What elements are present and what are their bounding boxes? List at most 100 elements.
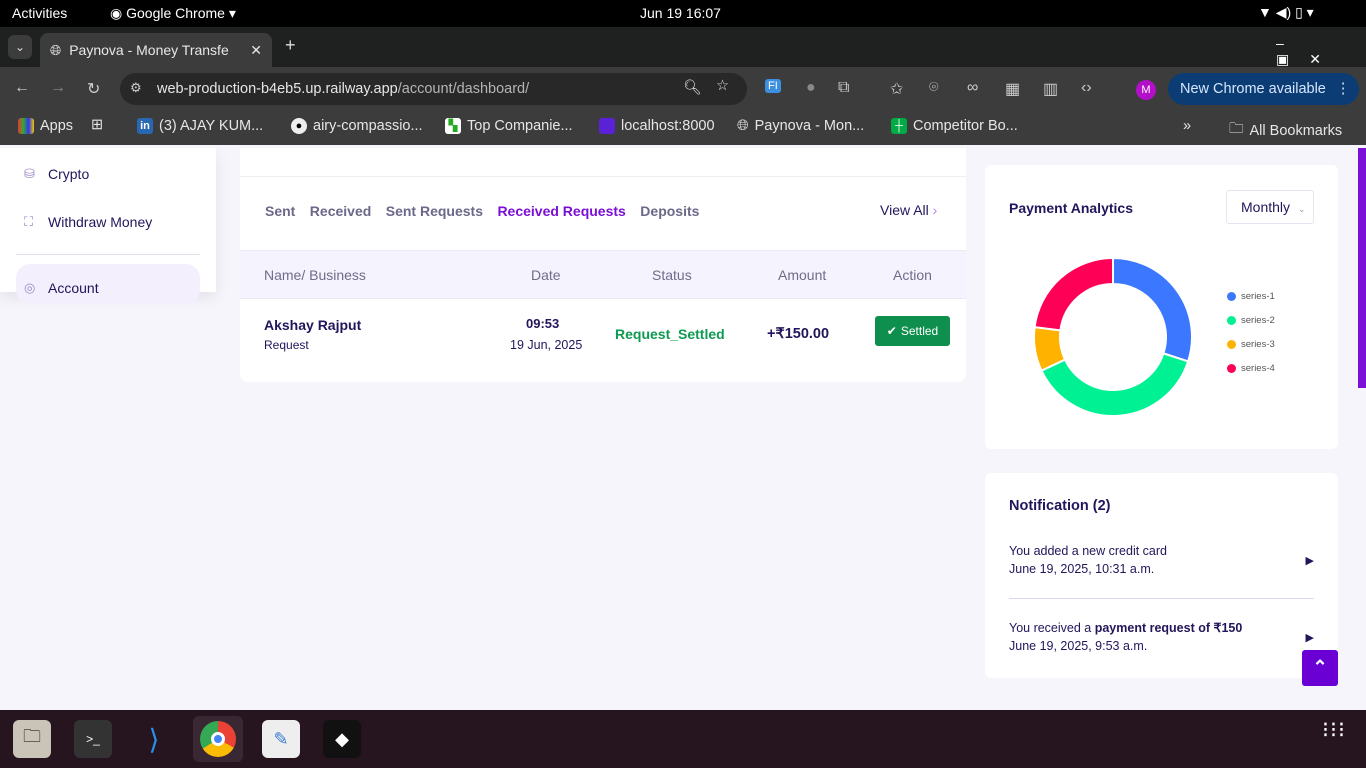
profile-avatar[interactable]: M — [1136, 80, 1156, 100]
extension-icon[interactable]: ● — [806, 79, 816, 97]
scrollbar[interactable] — [1358, 148, 1366, 388]
notification-title: Notification (2) — [1009, 498, 1111, 514]
bookmark-top-companies[interactable]: ▚ Top Companie... — [445, 118, 573, 134]
bookmark-label: Apps — [40, 118, 74, 134]
transaction-tabs: Sent Received Sent Requests Received Req… — [265, 203, 709, 221]
donut-slice-series-1[interactable] — [1112, 256, 1193, 363]
scroll-to-top-button[interactable]: ⌃ — [1302, 650, 1338, 686]
sidebar-item-account[interactable]: ◎ Account — [16, 264, 200, 304]
extension-icon[interactable]: FI — [765, 79, 781, 93]
bookmark-localhost[interactable]: localhost:8000 — [599, 118, 715, 134]
sidebar-panel-icon[interactable]: ▥ — [1043, 79, 1058, 99]
url-path: /account/dashboard/ — [397, 81, 530, 97]
legend-item[interactable]: series-2 — [1227, 315, 1275, 326]
bookmark-paynova[interactable]: 🌐︎ Paynova - Mon... — [737, 118, 864, 134]
system-status-icons[interactable]: ▼ ◀) ▯ ▾ — [1258, 4, 1314, 21]
site-icon — [599, 118, 615, 134]
column-header: Amount — [778, 267, 827, 283]
legend-marker — [1227, 364, 1236, 373]
more-menu-icon[interactable]: ⋮ — [1336, 81, 1351, 97]
qr-code-icon[interactable]: ▦ — [1005, 79, 1020, 99]
notification-item[interactable]: You received a payment request of ₹150 J… — [1009, 619, 1314, 655]
legend-item[interactable]: series-3 — [1227, 339, 1275, 350]
bookmark-label: airy-compassio... — [313, 118, 423, 134]
row-date: 19 Jun, 2025 — [510, 338, 583, 352]
notification-text: You added a new credit card — [1009, 544, 1167, 558]
notification-amount: of ₹150 — [1194, 621, 1243, 635]
new-chrome-available-button[interactable]: New Chrome available ⋮ — [1168, 73, 1359, 105]
back-icon[interactable]: ← — [14, 79, 30, 97]
sidebar-item-withdraw-money[interactable]: ⛶ Withdraw Money — [24, 214, 152, 230]
zoom-icon[interactable]: 🔍︎ — [683, 79, 701, 96]
linkedin-icon: in — [137, 118, 153, 134]
taskbar: 🗀 >_ ⟩ ✎ ◆ ⁝⁝⁝ — [0, 710, 1366, 768]
new-tab-button[interactable]: + — [285, 35, 296, 56]
view-all-link[interactable]: View All › — [880, 202, 937, 218]
files-icon[interactable]: 🗀 — [13, 720, 51, 758]
clock[interactable]: Jun 19 16:07 — [640, 5, 721, 21]
bookmark-star-icon[interactable]: ☆ — [716, 78, 729, 94]
browser-tab[interactable]: 🌐︎ Paynova - Money Transfe ✕ — [40, 33, 272, 67]
payment-analytics-card: Payment Analytics Monthly ⌄ series-1 seri… — [985, 165, 1338, 449]
url-host: web-production-b4eb5.up.railway.app — [157, 81, 398, 97]
legend-label: series-2 — [1241, 315, 1275, 326]
close-tab-icon[interactable]: ✕ — [250, 42, 262, 59]
sidebar: ⛁ Crypto ⛶ Withdraw Money ◎ Account — [0, 148, 216, 304]
bookmark-linkedin[interactable]: in (3) AJAY KUM... — [137, 118, 263, 134]
show-apps-icon[interactable]: ⁝⁝⁝ — [1322, 719, 1346, 741]
legend-label: series-1 — [1241, 291, 1275, 302]
tab-received[interactable]: Received — [310, 203, 371, 219]
notification-item[interactable]: You added a new credit card June 19, 202… — [1009, 542, 1314, 578]
tab-sent[interactable]: Sent — [265, 203, 295, 219]
reload-icon[interactable]: ↻ — [87, 79, 100, 99]
period-select[interactable]: Monthly ⌄ — [1226, 190, 1314, 224]
legend-item[interactable]: series-1 — [1227, 291, 1275, 302]
sidebar-item-crypto[interactable]: ⛁ Crypto — [24, 166, 89, 182]
activities-button[interactable]: Activities — [12, 5, 67, 21]
divider — [16, 254, 200, 255]
site-info-icon[interactable]: ⚙ — [130, 80, 142, 96]
column-header: Status — [652, 267, 692, 283]
tab-received-requests[interactable]: Received Requests — [497, 203, 625, 219]
table-row[interactable]: Akshay Rajput Request 09:53 19 Jun, 2025… — [240, 299, 966, 377]
text-editor-icon[interactable]: ✎ — [262, 720, 300, 758]
donut-slice-series-4[interactable] — [1033, 256, 1114, 332]
app-icon[interactable]: ◆ — [323, 720, 361, 758]
tab-groups-icon[interactable]: ⊞ — [91, 117, 103, 133]
column-header: Date — [531, 267, 561, 283]
chrome-icon[interactable] — [193, 716, 243, 762]
divider — [1009, 598, 1314, 599]
legend-item[interactable]: series-4 — [1227, 363, 1275, 374]
lens-icon[interactable]: ⌾ — [929, 79, 939, 97]
terminal-icon[interactable]: >_ — [74, 720, 112, 758]
all-bookmarks-button[interactable]: 🗀 All Bookmarks — [1229, 118, 1342, 143]
donut-slice-series-2[interactable] — [1040, 352, 1190, 417]
window-controls[interactable]: –▣✕ — [1276, 35, 1366, 68]
code-icon[interactable]: ‹› — [1081, 79, 1092, 97]
tab-sent-requests[interactable]: Sent Requests — [386, 203, 483, 219]
extensions-puzzle-icon[interactable]: ⧉ — [838, 79, 849, 97]
bookmark-competitor[interactable]: ┼ Competitor Bo... — [891, 118, 1018, 134]
row-name: Akshay Rajput — [264, 317, 362, 333]
app-menu[interactable]: ◉ Google Chrome ▾ — [110, 5, 236, 22]
table-header: Name/ Business Date Status Amount Action — [240, 250, 966, 299]
user-icon: ◎ — [24, 280, 36, 295]
link-icon[interactable]: ∞ — [967, 79, 978, 97]
settled-button[interactable]: ✔ Settled — [875, 316, 950, 346]
more-bookmarks-icon[interactable]: » — [1183, 118, 1191, 134]
legend-label: series-4 — [1241, 363, 1275, 374]
tab-search-button[interactable]: ⌄ — [8, 35, 32, 59]
tab-strip: ⌄ 🌐︎ Paynova - Money Transfe ✕ + –▣✕ — [0, 27, 1366, 67]
reading-star-icon[interactable]: ✩ — [890, 79, 903, 99]
address-bar[interactable]: ⚙ web-production-b4eb5.up.railway.app/ac… — [120, 73, 747, 105]
forward-icon[interactable]: → — [50, 79, 66, 97]
notification-text: You received a — [1009, 621, 1095, 635]
chevron-down-icon: ⌄ — [1297, 204, 1306, 214]
bookmark-airy[interactable]: ● airy-compassio... — [291, 118, 423, 134]
legend-marker — [1227, 316, 1236, 325]
bookmark-apps[interactable]: Apps — [18, 118, 73, 134]
vscode-icon[interactable]: ⟩ — [135, 720, 173, 758]
browser-toolbar: ← → ↻ ⚙ web-production-b4eb5.up.railway.… — [0, 67, 1366, 111]
tab-deposits[interactable]: Deposits — [640, 203, 699, 219]
site-icon: ┼ — [891, 118, 907, 134]
